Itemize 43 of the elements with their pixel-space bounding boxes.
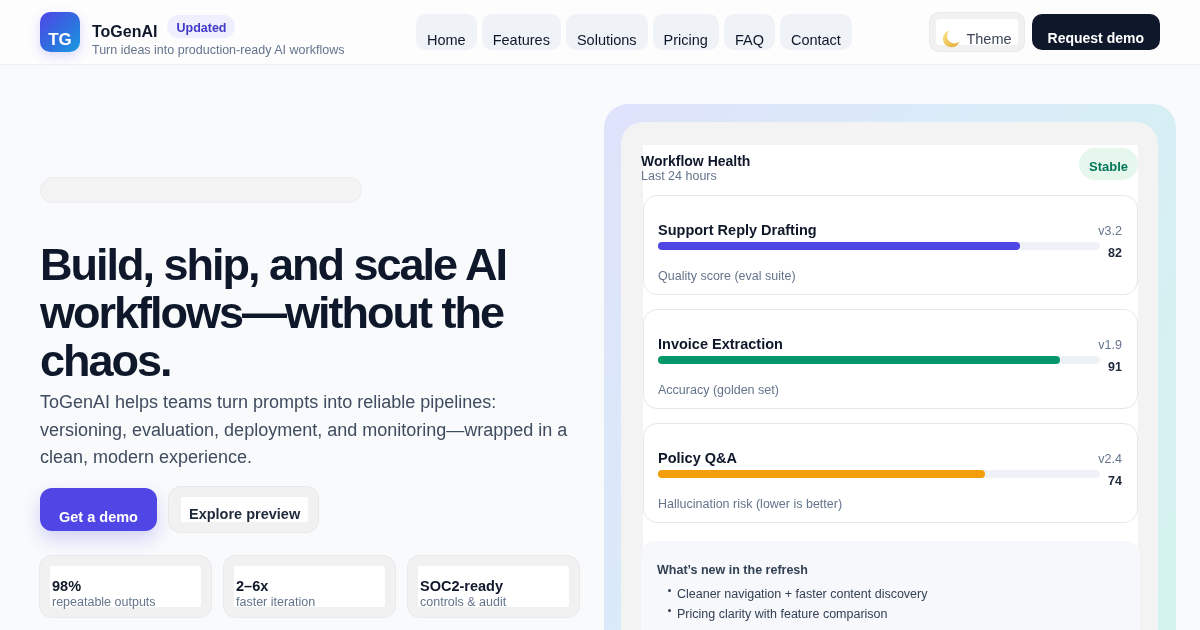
metric-caption: Accuracy (golden set) [658, 382, 780, 398]
nav-link[interactable]: Contact [779, 14, 852, 50]
nav-link[interactable]: Pricing [652, 14, 719, 50]
stat-label: controls & audit [420, 594, 507, 610]
metric-name: Policy Q&A [658, 449, 737, 467]
metric-name: Support Reply Drafting [658, 221, 817, 239]
brand-name: ToGenAI [92, 22, 158, 42]
demo-button[interactable]: Get a demo [40, 487, 157, 531]
bullet-icon [668, 609, 671, 612]
preview-button[interactable]: Explore preview [168, 486, 319, 532]
metric-name: Invoice Extraction [658, 335, 783, 353]
panel-subtitle: Last 24 hours [641, 169, 717, 183]
nav-link[interactable]: Home [416, 14, 477, 50]
nav-link[interactable]: Solutions [565, 14, 648, 50]
metric-score: 82 [1107, 246, 1122, 260]
whats-new-title: What’s new in the refresh [657, 562, 808, 578]
panel-title: Workflow Health [641, 153, 751, 169]
nav-link[interactable]: FAQ [723, 14, 775, 50]
metric-caption: Hallucination risk (lower is better) [658, 496, 844, 512]
bullet-icon [668, 589, 671, 592]
metric-score: 91 [1107, 360, 1122, 374]
stat-label: faster iteration [236, 594, 316, 610]
metric-version: v2.4 [1098, 451, 1122, 467]
nav-link[interactable]: Features [481, 14, 561, 50]
whats-new-item: Cleaner navigation + faster content discovery [677, 586, 928, 603]
request-demo-button[interactable]: Request demo [1031, 14, 1160, 50]
stat-value: SOC2-ready [420, 577, 503, 595]
metric-score: 74 [1107, 474, 1122, 488]
stat-value: 98% [52, 577, 82, 595]
logo[interactable]: TG [40, 12, 80, 52]
metric-version: v1.9 [1098, 337, 1122, 353]
updated-badge: Updated [167, 15, 236, 38]
status-badge: Stable [1079, 148, 1138, 180]
whats-new-item: Pricing clarity with feature comparison [677, 606, 888, 623]
hero-description: ToGenAI helps teams turn prompts into reliable pipelines: versioning, evaluation, deployment, and monitoring—wrapped in a clean, modern experience. [40, 391, 569, 469]
metric-caption: Quality score (eval suite) [658, 268, 797, 284]
hero-heading: Build, ship, and scale AI workflows—without the chaos. [40, 241, 507, 385]
theme-button[interactable]: Theme [930, 13, 1024, 51]
stat-label: repeatable outputs [52, 594, 156, 610]
stat-value: 2–6x [236, 577, 269, 595]
metric-version: v3.2 [1098, 223, 1122, 239]
tagline: Turn ideas into production-ready AI workflows [92, 43, 345, 58]
moon-icon [942, 30, 961, 48]
